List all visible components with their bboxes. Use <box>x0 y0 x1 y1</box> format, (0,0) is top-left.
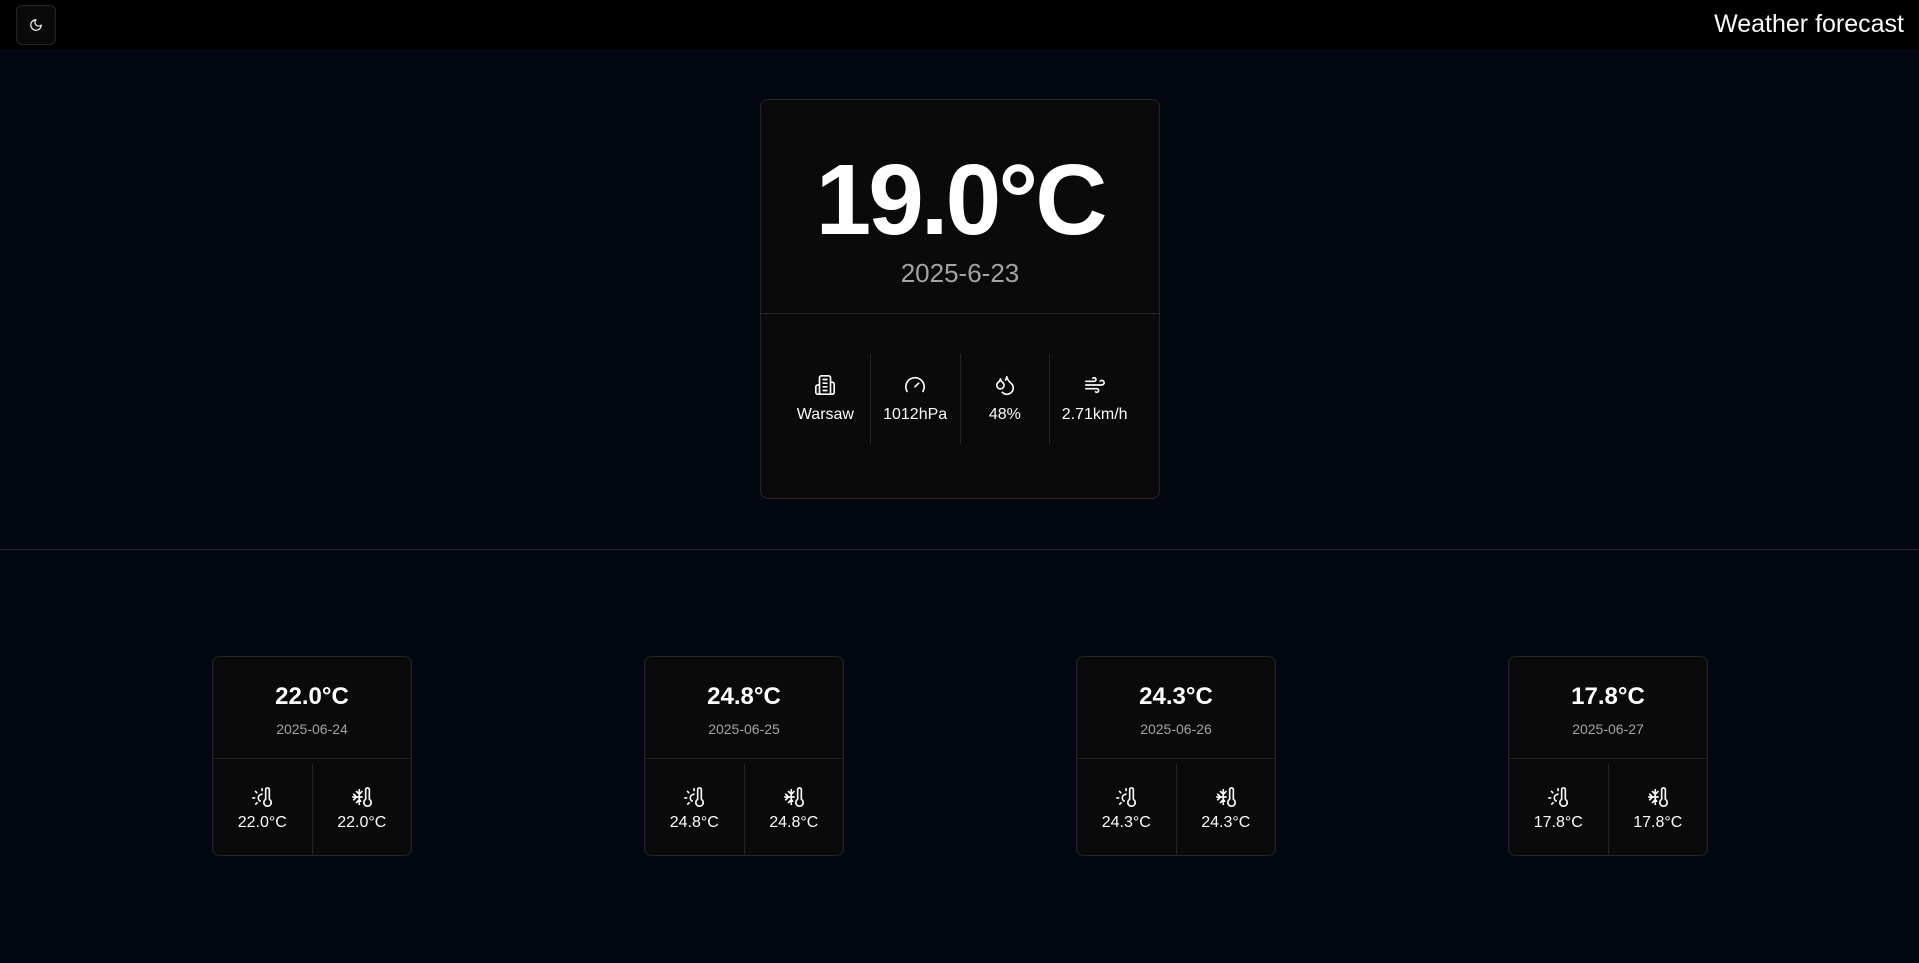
forecast-minmax: 17.8°C 17.8°C <box>1509 764 1707 854</box>
stat-humidity: 48% <box>959 354 1050 444</box>
building-icon <box>814 374 836 396</box>
forecast-minmax: 24.8°C 24.8°C <box>645 764 843 854</box>
pressure-value: 1012hPa <box>883 406 948 423</box>
forecast-max: 22.0°C <box>213 764 312 854</box>
forecast-date: 2025-06-25 <box>708 721 780 737</box>
forecast-temperature: 22.0°C <box>275 683 349 710</box>
city-name: Warsaw <box>796 406 854 423</box>
forecast-max-value: 24.8°C <box>669 814 719 831</box>
forecast-minmax: 22.0°C 22.0°C <box>213 764 411 854</box>
forecast-temperature: 17.8°C <box>1571 683 1645 710</box>
forecast-min-value: 17.8°C <box>1633 814 1683 831</box>
stat-city: Warsaw <box>781 354 870 444</box>
forecast-max: 24.3°C <box>1077 764 1176 854</box>
forecast-minmax: 24.3°C 24.3°C <box>1077 764 1275 854</box>
thermometer-sun-icon <box>251 786 273 808</box>
forecast-card: 24.8°C 2025-06-25 24.8°C 24.8°C <box>644 656 844 856</box>
current-weather-header: 19.0°C 2025-6-23 <box>761 100 1159 314</box>
thermometer-sun-icon <box>683 786 705 808</box>
forecast-min-value: 22.0°C <box>337 814 387 831</box>
forecast-min-value: 24.3°C <box>1201 814 1251 831</box>
forecast-card: 24.3°C 2025-06-26 24.3°C 24.3°C <box>1076 656 1276 856</box>
forecast-card-header: 22.0°C 2025-06-24 <box>213 657 411 759</box>
app-title: Weather forecast <box>1714 10 1904 38</box>
forecast-min: 17.8°C <box>1607 764 1708 854</box>
section-divider <box>0 549 1919 550</box>
theme-toggle-button[interactable] <box>16 4 56 45</box>
current-weather-card: 19.0°C 2025-6-23 Warsaw 1012hPa 48% 2.71… <box>760 99 1160 499</box>
current-temperature: 19.0°C <box>815 144 1108 256</box>
top-bar: Weather forecast <box>0 0 1919 49</box>
forecast-min: 24.8°C <box>743 764 844 854</box>
thermometer-snowflake-icon <box>783 786 805 808</box>
forecast-max: 17.8°C <box>1509 764 1608 854</box>
moon-icon <box>29 18 43 32</box>
forecast-max: 24.8°C <box>645 764 744 854</box>
thermometer-snowflake-icon <box>1647 786 1669 808</box>
thermometer-snowflake-icon <box>1215 786 1237 808</box>
forecast-date: 2025-06-24 <box>276 721 348 737</box>
thermometer-snowflake-icon <box>351 786 373 808</box>
thermometer-sun-icon <box>1547 786 1569 808</box>
forecast-max-value: 22.0°C <box>237 814 287 831</box>
forecast-max-value: 24.3°C <box>1101 814 1151 831</box>
thermometer-sun-icon <box>1115 786 1137 808</box>
forecast-date: 2025-06-27 <box>1572 721 1644 737</box>
forecast-card: 22.0°C 2025-06-24 22.0°C 22.0°C <box>212 656 412 856</box>
wind-value: 2.71km/h <box>1061 406 1128 423</box>
forecast-temperature: 24.3°C <box>1139 683 1213 710</box>
forecast-card-header: 24.8°C 2025-06-25 <box>645 657 843 759</box>
stat-pressure: 1012hPa <box>869 354 960 444</box>
forecast-card-header: 17.8°C 2025-06-27 <box>1509 657 1707 759</box>
humidity-value: 48% <box>988 406 1021 423</box>
forecast-temperature: 24.8°C <box>707 683 781 710</box>
forecast-min-value: 24.8°C <box>769 814 819 831</box>
forecast-date: 2025-06-26 <box>1140 721 1212 737</box>
stat-wind: 2.71km/h <box>1049 354 1139 444</box>
wind-icon <box>1084 374 1106 396</box>
forecast-max-value: 17.8°C <box>1533 814 1583 831</box>
forecast-card: 17.8°C 2025-06-27 17.8°C 17.8°C <box>1508 656 1708 856</box>
current-stats: Warsaw 1012hPa 48% 2.71km/h <box>781 354 1139 444</box>
current-date: 2025-6-23 <box>900 258 1020 288</box>
forecast-min: 24.3°C <box>1175 764 1276 854</box>
droplets-icon <box>994 374 1016 396</box>
gauge-icon <box>904 374 926 396</box>
forecast-min: 22.0°C <box>311 764 412 854</box>
forecast-card-header: 24.3°C 2025-06-26 <box>1077 657 1275 759</box>
